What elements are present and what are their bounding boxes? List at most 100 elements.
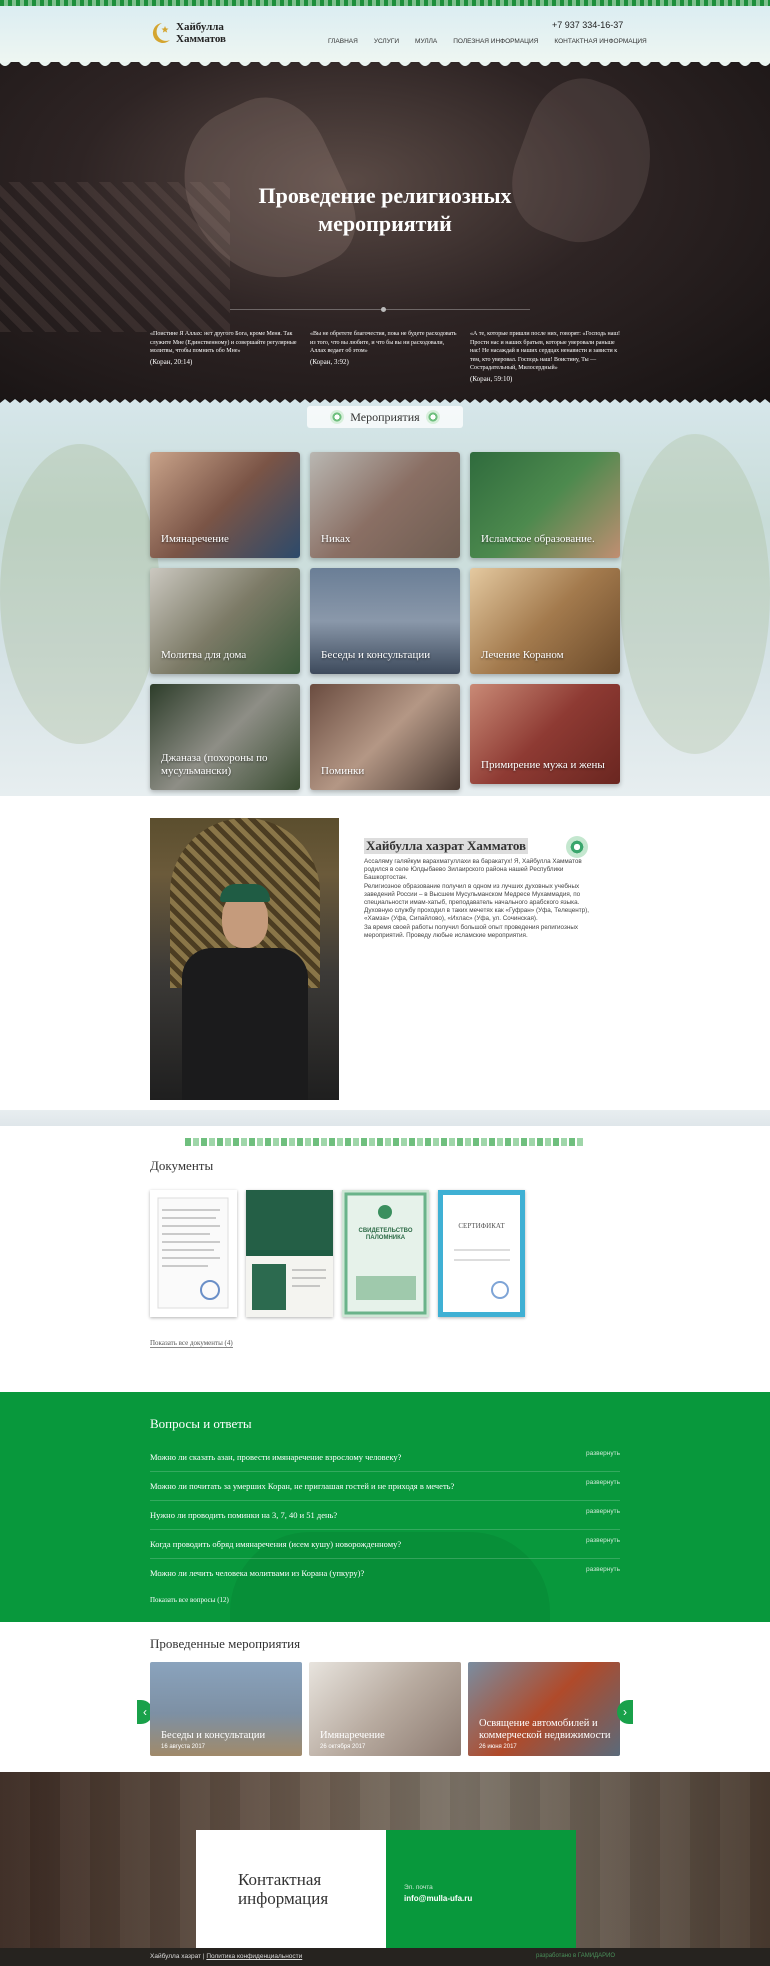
background-blur-left <box>0 444 160 744</box>
crescent-logo-icon <box>150 20 172 46</box>
show-all-questions-link[interactable]: Показать все вопросы (12) <box>150 1596 229 1604</box>
privacy-policy-link[interactable]: Политика конфиденциальности <box>206 1953 302 1960</box>
event-tile-nikah[interactable]: Никах <box>310 452 460 558</box>
document-thumb-pilgrim[interactable]: СВИДЕТЕЛЬСТВО ПАЛОМНИКА <box>342 1190 429 1317</box>
site-logo[interactable]: Хайбулла Хамматов <box>150 20 226 46</box>
past-event-card[interactable]: Беседы и консультации 16 августа 2017 <box>150 1662 302 1756</box>
document-thumb-2[interactable] <box>246 1190 333 1317</box>
document-page-graphic <box>157 1197 229 1309</box>
faq-item[interactable]: Можно ли сказать азан, провести имянареч… <box>150 1444 620 1472</box>
quote-1-source: (Коран, 20:14) <box>150 357 193 366</box>
event-tile-caption: Никах <box>321 533 351 545</box>
nav-contacts[interactable]: КОНТАКТНАЯ ИНФОРМАЦИЯ <box>554 38 646 45</box>
nav-useful-info[interactable]: ПОЛЕЗНАЯ ИНФОРМАЦИЯ <box>453 38 538 45</box>
past-event-date: 16 августа 2017 <box>161 1744 206 1750</box>
document-diploma-graphic <box>246 1190 333 1317</box>
faq-question[interactable]: Нужно ли проводить поминки на 3, 7, 40 и… <box>150 1510 337 1520</box>
faq-question[interactable]: Когда проводить обряд имянаречения (исем… <box>150 1539 401 1549</box>
show-all-documents-link[interactable]: Показать все документы (4) <box>150 1339 233 1348</box>
quote-2-text: «Вы не обретете благочестия, пока не буд… <box>310 331 457 354</box>
about-paragraph: Ассаляму галяйкум варахматуллахи ва бара… <box>364 858 582 882</box>
faq-item[interactable]: Когда проводить обряд имянаречения (исем… <box>150 1531 620 1559</box>
event-tile-consultations[interactable]: Беседы и консультации <box>310 568 460 674</box>
past-event-date: 26 июня 2017 <box>479 1744 517 1750</box>
events-heading-text: Мероприятия <box>350 409 420 424</box>
quote-2: «Вы не обретете благочестия, пока не буд… <box>310 330 460 366</box>
quote-3-source: (Коран, 59:10) <box>470 374 513 383</box>
events-section: Мероприятия Имянаречение Никах Исламское… <box>0 404 770 796</box>
event-tile-reconciliation[interactable]: Примирение мужа и жены <box>470 684 620 784</box>
past-event-title: Имянаречение <box>320 1730 385 1741</box>
quote-3-text: «А те, которые пришли после них, говорят… <box>470 331 620 371</box>
mulla-portrait <box>150 818 339 1100</box>
nav-home[interactable]: ГЛАВНАЯ <box>328 38 358 45</box>
developer-credit[interactable]: разработано в ГАМИДАРИО <box>536 1953 615 1959</box>
faq-question[interactable]: Можно ли сказать азан, провести имянареч… <box>150 1452 401 1462</box>
document-title: СВИДЕТЕЛЬСТВО ПАЛОМНИКА <box>358 1228 413 1241</box>
event-tile-caption: Имянаречение <box>161 533 229 545</box>
faq-question[interactable]: Можно ли лечить человека молитвами из Ко… <box>150 1568 364 1578</box>
footer-name: Хайбулла хазрат <box>150 1953 202 1960</box>
faq-question[interactable]: Можно ли почитать за умерших Коран, не п… <box>150 1481 454 1491</box>
hero-title: Проведение религиозных мероприятий <box>0 182 770 238</box>
hero-title-line-2: мероприятий <box>318 211 452 236</box>
about-title: Хайбулла хазрат Хамматов <box>364 838 529 854</box>
past-event-title: Беседы и консультации <box>161 1730 266 1741</box>
faq-expand-toggle[interactable]: развернуть <box>586 1508 620 1515</box>
event-tile-caption: Джаназа (похороны по мусульмански) <box>161 752 268 777</box>
quote-1-text: «Поистине Я Аллах: нет другого Бога, кро… <box>150 331 297 354</box>
faq-expand-toggle[interactable]: развернуть <box>586 1566 620 1573</box>
portrait-body <box>182 948 308 1100</box>
contact-section: Контактная информация Эл. почта info@mul… <box>0 1772 770 1966</box>
faq-expand-toggle[interactable]: развернуть <box>586 1537 620 1544</box>
email-link[interactable]: info@mulla-ufa.ru <box>404 1894 472 1903</box>
faq-item[interactable]: Можно ли почитать за умерших Коран, не п… <box>150 1473 620 1501</box>
event-tile-caption: Исламское образование. <box>481 533 595 545</box>
event-tile-janaza[interactable]: Джаназа (похороны по мусульмански) <box>150 684 300 790</box>
faq-expand-toggle[interactable]: развернуть <box>586 1479 620 1486</box>
contact-details-box: Эл. почта info@mulla-ufa.ru <box>386 1830 576 1948</box>
contact-title: Контактная информация <box>238 1870 328 1908</box>
event-tile-home-prayer[interactable]: Молитва для дома <box>150 568 300 674</box>
section-strip <box>0 1110 770 1126</box>
event-tile-caption: Примирение мужа и жены <box>481 759 605 771</box>
portrait-cap <box>220 884 270 902</box>
event-tile-memorial[interactable]: Поминки <box>310 684 460 790</box>
document-certificate-graphic <box>443 1195 520 1312</box>
event-tile-caption: Поминки <box>321 765 365 777</box>
quote-3: «А те, которые пришли после них, говорят… <box>470 330 620 383</box>
document-thumb-certificate[interactable]: СЕРТИФИКАТ <box>438 1190 525 1317</box>
main-nav: ГЛАВНАЯ УСЛУГИ МУЛЛА ПОЛЕЗНАЯ ИНФОРМАЦИЯ… <box>328 38 647 45</box>
documents-heading: Документы <box>150 1158 214 1173</box>
past-event-title: Освящение автомобилей и коммерческой нед… <box>479 1718 611 1741</box>
ornament-rosette-icon <box>566 836 588 858</box>
about-paragraph: Религиозное образование получил в одном … <box>364 882 590 923</box>
hero-section: Проведение религиозных мероприятий «Поис… <box>0 62 770 404</box>
document-certificate-graphic <box>344 1192 427 1315</box>
documents-section: Документы СВИДЕТЕЛЬСТВО ПАЛОМНИКА СЕРТИФ… <box>0 1156 770 1392</box>
background-blur-right <box>620 434 770 754</box>
hero-title-line-1: Проведение религиозных <box>258 183 512 208</box>
nav-services[interactable]: УСЛУГИ <box>374 38 399 45</box>
email-label: Эл. почта <box>404 1884 433 1891</box>
nav-mulla[interactable]: МУЛЛА <box>415 38 437 45</box>
contact-title-box: Контактная информация <box>196 1830 386 1948</box>
about-paragraph: За время своей работы получил большой оп… <box>364 923 579 939</box>
faq-item[interactable]: Можно ли лечить человека молитвами из Ко… <box>150 1560 620 1588</box>
footer-left: Хайбулла хазрат | Политика конфиденциаль… <box>150 1953 303 1960</box>
faq-item[interactable]: Нужно ли проводить поминки на 3, 7, 40 и… <box>150 1502 620 1530</box>
faq-expand-toggle[interactable]: развернуть <box>586 1450 620 1457</box>
event-tile-quran-healing[interactable]: Лечение Кораном <box>470 568 620 674</box>
past-event-date: 26 октября 2017 <box>320 1744 366 1750</box>
past-events-section: Проведенные мероприятия ‹ Беседы и консу… <box>0 1622 770 1772</box>
past-event-card[interactable]: Освящение автомобилей и коммерческой нед… <box>468 1662 620 1756</box>
contact-title-line-1: Контактная <box>238 1870 322 1889</box>
document-thumb-1[interactable] <box>150 1190 237 1317</box>
phone-link[interactable]: +7 937 334-16-37 <box>552 20 623 30</box>
event-tile-naming[interactable]: Имянаречение <box>150 452 300 558</box>
about-section: Хайбулла хазрат Хамматов Ассаляму галяйк… <box>0 796 770 1110</box>
about-text: Ассаляму галяйкум варахматуллахи ва бара… <box>364 858 604 940</box>
document-title: СЕРТИФИКАТ <box>458 1222 505 1230</box>
event-tile-education[interactable]: Исламское образование. <box>470 452 620 558</box>
past-event-card[interactable]: Имянаречение 26 октября 2017 <box>309 1662 461 1756</box>
